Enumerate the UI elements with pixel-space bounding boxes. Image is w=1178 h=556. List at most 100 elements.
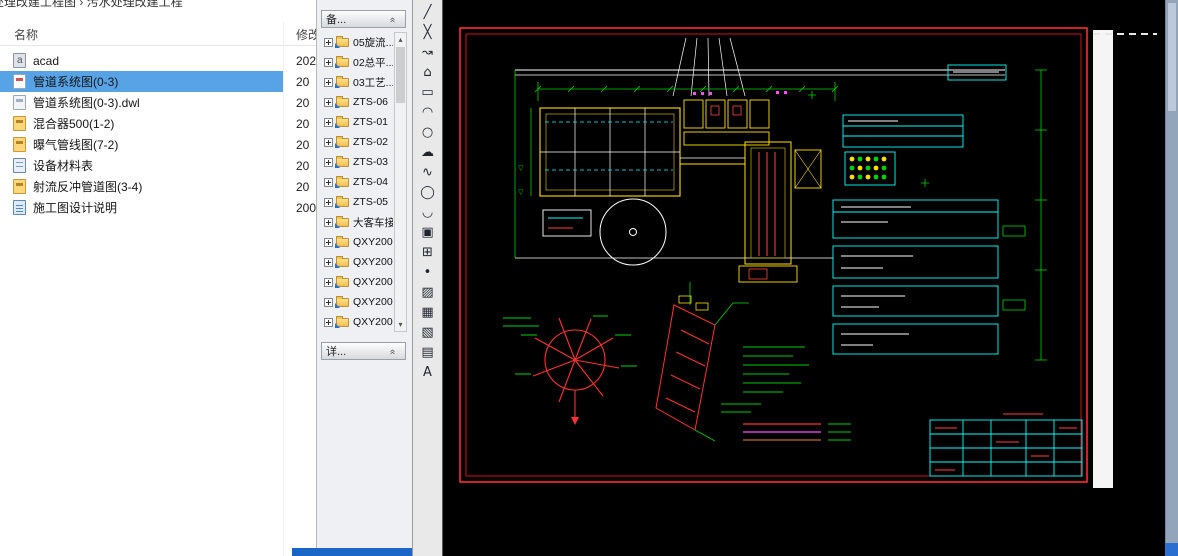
- tree-item[interactable]: 03工艺...: [321, 72, 393, 92]
- file-row[interactable]: 设备材料表 20: [0, 155, 283, 176]
- tree-item-label: 05旋流...: [353, 35, 393, 50]
- tool-rectangle[interactable]: ▭: [413, 82, 442, 102]
- palette-header-top[interactable]: 备...: [321, 10, 406, 28]
- file-name: acad: [33, 54, 59, 68]
- tree-item-label: QXY200...: [353, 236, 393, 248]
- expand-plus-icon[interactable]: [324, 38, 333, 47]
- file-row[interactable]: 施工图设计说明 200: [0, 197, 283, 218]
- tool-spline[interactable]: ∿: [413, 162, 442, 182]
- tool-circle[interactable]: ○: [413, 122, 442, 142]
- tree-item[interactable]: ZTS-02: [321, 132, 393, 152]
- expand-plus-icon[interactable]: [324, 258, 333, 267]
- file-icon: [13, 95, 26, 110]
- tree-item[interactable]: QXY200...: [321, 232, 393, 252]
- scroll-up-icon[interactable]: [395, 33, 406, 46]
- file-row[interactable]: acad 202: [0, 50, 283, 71]
- expand-plus-icon[interactable]: [324, 138, 333, 147]
- tool-mtext[interactable]: A: [413, 362, 442, 382]
- expand-plus-icon[interactable]: [324, 198, 333, 207]
- tree-item[interactable]: ZTS-04: [321, 172, 393, 192]
- tree-item-label: QXY200...: [353, 256, 393, 268]
- tool-line[interactable]: ╱: [413, 2, 442, 22]
- tool-polyline[interactable]: ↝: [413, 42, 442, 62]
- collapse-chevron-icon[interactable]: [389, 345, 401, 357]
- folder-icon: [336, 258, 349, 267]
- tree-item[interactable]: QXY200...: [321, 312, 393, 332]
- tree-scrollbar[interactable]: [394, 32, 407, 332]
- tree-item-label: ZTS-05: [353, 196, 388, 208]
- tool-ellipse[interactable]: ◯: [413, 182, 442, 202]
- tool-polygon[interactable]: ⌂: [413, 62, 442, 82]
- draw-toolbar: ╱ ╳ ↝ ⌂ ▭ ◠ ○ ☁ ∿ ◯ ◡ ▣: [412, 0, 443, 556]
- expand-plus-icon[interactable]: [324, 158, 333, 167]
- expand-plus-icon[interactable]: [324, 58, 333, 67]
- cad-viewport[interactable]: ▽ ▽: [443, 0, 1178, 556]
- tool-point[interactable]: •: [413, 262, 442, 282]
- file-icon: [13, 74, 26, 89]
- tree-item[interactable]: ZTS-01: [321, 112, 393, 132]
- expand-plus-icon[interactable]: [324, 318, 333, 327]
- tool-table[interactable]: ▤: [413, 342, 442, 362]
- file-modified-date: 20: [296, 138, 309, 152]
- tree-item[interactable]: ZTS-05: [321, 192, 393, 212]
- scroll-corner: [1165, 543, 1178, 556]
- tool-ellipse-arc[interactable]: ◡: [413, 202, 442, 222]
- tool-hatch[interactable]: ▨: [413, 282, 442, 302]
- tool-make-block[interactable]: ⊞: [413, 242, 442, 262]
- tree-item[interactable]: ZTS-03: [321, 152, 393, 172]
- file-name: 射流反冲管道图(3-4): [33, 178, 142, 195]
- svg-text:▽: ▽: [518, 188, 524, 196]
- column-header-modified[interactable]: 修改日期: [296, 26, 316, 43]
- file-name: 管道系统图(0-3): [33, 73, 118, 90]
- collapse-chevron-icon[interactable]: [389, 13, 401, 25]
- tree-item-label: ZTS-01: [353, 116, 388, 128]
- file-row[interactable]: 射流反冲管道图(3-4) 20: [0, 176, 283, 197]
- tool-insert-block[interactable]: ▣: [413, 222, 442, 242]
- tree-item[interactable]: 02总平...: [321, 52, 393, 72]
- column-header-name[interactable]: 名称: [14, 26, 38, 43]
- tool-revision-cloud[interactable]: ☁: [413, 142, 442, 162]
- tree-scrollbar-thumb[interactable]: [396, 47, 405, 103]
- expand-plus-icon[interactable]: [324, 278, 333, 287]
- column-header-row: 名称 修改日期: [0, 22, 316, 46]
- scroll-down-icon[interactable]: [395, 318, 406, 331]
- file-row[interactable]: 混合器500(1-2) 20: [0, 113, 283, 134]
- expand-plus-icon[interactable]: [324, 78, 333, 87]
- tool-gradient[interactable]: ▦: [413, 302, 442, 322]
- palette-header-bottom[interactable]: 详...: [321, 342, 406, 360]
- file-row[interactable]: 曝气管线图(7-2) 20: [0, 134, 283, 155]
- folder-icon: [336, 238, 349, 247]
- expand-plus-icon[interactable]: [324, 178, 333, 187]
- file-row[interactable]: 管道系统图(0-3) 20: [0, 71, 283, 92]
- breadcrumb[interactable]: 处理改建工程图 › 污水处理改建工程: [0, 0, 183, 10]
- tree-item[interactable]: 05旋流...: [321, 32, 393, 52]
- tree-item-label: ZTS-02: [353, 136, 388, 148]
- tool-region[interactable]: ▧: [413, 322, 442, 342]
- expand-plus-icon[interactable]: [324, 98, 333, 107]
- file-modified-date: 20: [296, 75, 309, 89]
- sheet-tree: 05旋流... 02总平... 03工艺... ZTS-06 ZTS-0: [321, 32, 393, 332]
- tree-item[interactable]: 大客车接...: [321, 212, 393, 232]
- tree-item[interactable]: ZTS-06: [321, 92, 393, 112]
- tool-construction-line[interactable]: ╳: [413, 22, 442, 42]
- tree-item[interactable]: QXY200...: [321, 252, 393, 272]
- file-explorer-panel: 处理改建工程图 › 污水处理改建工程 名称 修改日期 acad 202 管道系统…: [0, 0, 316, 556]
- tree-item[interactable]: QXY200...: [321, 272, 393, 292]
- file-modified-date: 20: [296, 180, 309, 194]
- drawing-scrollbar-thumb[interactable]: [1167, 2, 1177, 112]
- expand-plus-icon[interactable]: [324, 298, 333, 307]
- cad-canvas[interactable]: ▽ ▽: [443, 0, 1165, 556]
- file-name: 混合器500(1-2): [33, 115, 114, 132]
- file-list: acad 202 管道系统图(0-3) 20 管道系统图(0-3).dwl 20…: [0, 50, 316, 218]
- tree-item-label: ZTS-04: [353, 176, 388, 188]
- expand-plus-icon[interactable]: [324, 218, 333, 227]
- file-icon: [13, 158, 26, 173]
- file-name: 管道系统图(0-3).dwl: [33, 94, 140, 111]
- tree-item[interactable]: QXY200...: [321, 292, 393, 312]
- file-row[interactable]: 管道系统图(0-3).dwl 20: [0, 92, 283, 113]
- tool-arc[interactable]: ◠: [413, 102, 442, 122]
- expand-plus-icon[interactable]: [324, 118, 333, 127]
- file-modified-date: 202: [296, 54, 316, 68]
- drawing-scrollbar[interactable]: [1165, 0, 1178, 543]
- expand-plus-icon[interactable]: [324, 238, 333, 247]
